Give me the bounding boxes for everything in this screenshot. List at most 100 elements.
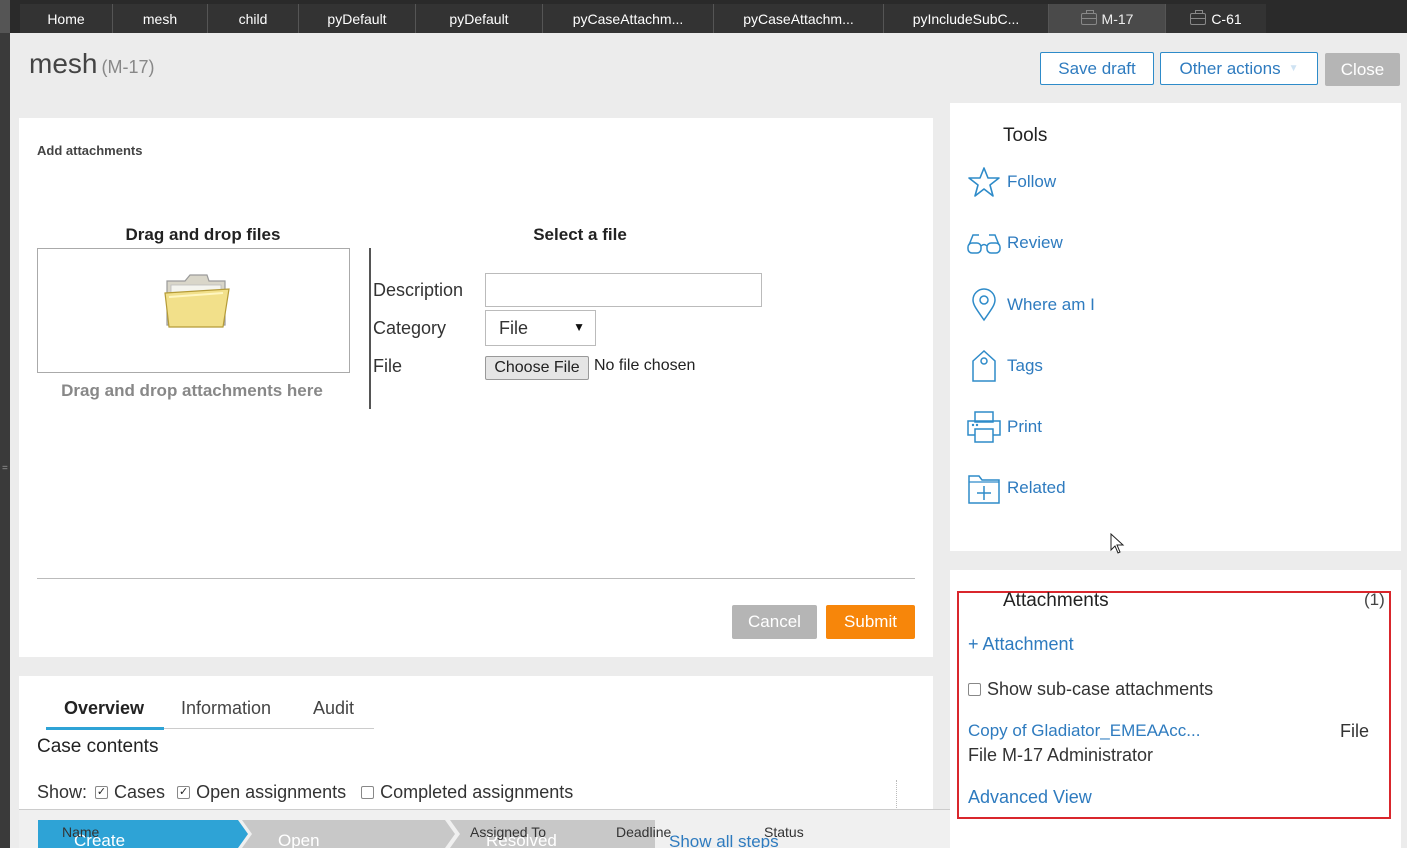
save-draft-button[interactable]: Save draft xyxy=(1040,52,1154,85)
divider xyxy=(369,248,371,409)
subcase-checkbox[interactable] xyxy=(968,683,981,696)
tag-icon xyxy=(967,349,1001,383)
tab-pydefault-2[interactable]: pyDefault xyxy=(416,4,543,33)
tab-m17[interactable]: M-17 xyxy=(1049,4,1166,33)
case-id: (M-17) xyxy=(101,57,155,77)
category-value: File xyxy=(499,317,529,338)
tool-follow[interactable]: Follow xyxy=(967,165,1056,199)
page-title: mesh (M-17) xyxy=(29,48,154,80)
tool-label: Related xyxy=(1007,478,1066,497)
folder-icon xyxy=(164,274,230,328)
tool-label: Where am I xyxy=(1007,295,1095,314)
close-button[interactable]: Close xyxy=(1325,53,1400,86)
show-filters: Show: ✓ Cases ✓ Open assignments Complet… xyxy=(37,782,573,803)
tab-pyincludesubc[interactable]: pyIncludeSubC... xyxy=(884,4,1049,33)
column-header-assigned-to: Assigned To xyxy=(470,824,547,840)
folder-plus-icon xyxy=(967,471,1001,505)
add-attachment-link[interactable]: + Attachment xyxy=(968,634,1074,655)
mouse-cursor-icon xyxy=(1110,533,1125,554)
attachment-type: File xyxy=(1340,721,1370,741)
category-label: Category xyxy=(373,318,447,338)
chevron-down-icon: ▼ xyxy=(1288,63,1299,74)
tab-label: M-17 xyxy=(1101,10,1134,27)
subcase-attachments-toggle[interactable]: Show sub-case attachments xyxy=(968,679,1213,700)
tab-pydefault-1[interactable]: pyDefault xyxy=(299,4,416,33)
cancel-button[interactable]: Cancel xyxy=(732,605,817,639)
tab-child[interactable]: child xyxy=(208,4,299,33)
case-title: mesh xyxy=(29,48,98,79)
case-contents-heading: Case contents xyxy=(37,736,159,757)
open-assignments-label: Open assignments xyxy=(196,782,347,802)
column-header-name: Name xyxy=(62,824,100,840)
column-header-deadline: Deadline xyxy=(616,824,672,840)
cases-label: Cases xyxy=(114,782,166,802)
file-label: File xyxy=(373,356,403,376)
resize-grip-icon[interactable]: = xyxy=(2,463,8,474)
other-actions-button[interactable]: Other actions ▼ xyxy=(1160,52,1318,85)
tab-home[interactable]: Home xyxy=(20,4,113,33)
tab-audit[interactable]: Audit xyxy=(313,698,354,719)
tab-overview[interactable]: Overview xyxy=(64,698,144,719)
tools-heading: Tools xyxy=(1003,125,1048,146)
tab-label: mesh xyxy=(142,10,178,27)
divider xyxy=(896,780,897,808)
tool-review[interactable]: Review xyxy=(967,226,1063,260)
tool-label: Follow xyxy=(1007,172,1057,191)
completed-assignments-label: Completed assignments xyxy=(380,782,574,802)
briefcase-icon xyxy=(1190,9,1207,25)
show-all-steps-link[interactable]: Show all steps xyxy=(669,832,779,848)
tab-label: pyDefault xyxy=(327,10,387,27)
open-assignments-checkbox[interactable]: ✓ xyxy=(177,786,191,799)
tool-related[interactable]: Related xyxy=(967,471,1066,505)
divider xyxy=(37,578,915,579)
drag-drop-hint: Drag and drop attachments here xyxy=(61,381,323,400)
attachments-heading: Attachments xyxy=(1003,590,1109,611)
tab-label: pyIncludeSubC... xyxy=(912,10,1020,27)
tool-print[interactable]: Print xyxy=(967,410,1042,444)
tab-label: pyDefault xyxy=(449,10,509,27)
stage-open[interactable]: Open xyxy=(242,820,455,848)
tool-label: Review xyxy=(1007,233,1063,252)
tab-pycaseattachm-1[interactable]: pyCaseAttachm... xyxy=(543,4,714,33)
description-input[interactable] xyxy=(485,273,762,307)
tool-where-am-i[interactable]: Where am I xyxy=(967,288,1095,322)
select-file-heading: Select a file xyxy=(533,225,627,244)
tab-bar: Home mesh child pyDefault pyDefault pyCa… xyxy=(0,0,1407,33)
tab-label: pyCaseAttachm... xyxy=(572,10,684,27)
highlight-box xyxy=(957,591,1391,819)
description-label: Description xyxy=(373,280,464,300)
tab-label: pyCaseAttachm... xyxy=(743,10,854,27)
tab-label: child xyxy=(238,10,268,27)
attachment-link[interactable]: Copy of Gladiator_EMEAAcc... xyxy=(968,721,1200,741)
no-file-text: No file chosen xyxy=(594,357,696,374)
attachments-count: (1) xyxy=(1364,590,1385,609)
drag-drop-heading: Drag and drop files xyxy=(125,225,281,244)
glasses-icon xyxy=(967,226,1001,260)
cases-checkbox[interactable]: ✓ xyxy=(95,786,109,799)
tool-label: Print xyxy=(1007,417,1042,436)
drop-zone[interactable] xyxy=(37,248,350,373)
tab-pycaseattachm-2[interactable]: pyCaseAttachm... xyxy=(714,4,884,33)
tab-c61[interactable]: C-61 xyxy=(1166,4,1266,33)
tab-information[interactable]: Information xyxy=(181,698,271,719)
left-resize-edge[interactable]: = xyxy=(0,33,10,848)
category-select[interactable]: File ▼ xyxy=(485,310,596,346)
stage-label: Open xyxy=(278,831,320,848)
show-label: Show: xyxy=(37,782,88,802)
completed-assignments-checkbox[interactable] xyxy=(361,786,375,799)
tab-label: Home xyxy=(47,10,85,27)
printer-icon xyxy=(967,410,1001,444)
tab-mesh[interactable]: mesh xyxy=(113,4,208,33)
other-actions-label: Other actions xyxy=(1179,58,1281,78)
section-title: Add attachments xyxy=(37,143,143,158)
active-tab-indicator xyxy=(46,727,164,730)
star-icon xyxy=(967,165,1001,199)
submit-button[interactable]: Submit xyxy=(826,605,915,639)
choose-file-button[interactable]: Choose File xyxy=(485,356,589,380)
briefcase-icon xyxy=(1080,9,1097,25)
advanced-view-link[interactable]: Advanced View xyxy=(968,787,1092,808)
dropdown-arrow-icon: ▼ xyxy=(573,320,585,334)
subcase-label: Show sub-case attachments xyxy=(987,679,1214,699)
tool-tags[interactable]: Tags xyxy=(967,349,1043,383)
tool-label: Tags xyxy=(1007,356,1043,375)
